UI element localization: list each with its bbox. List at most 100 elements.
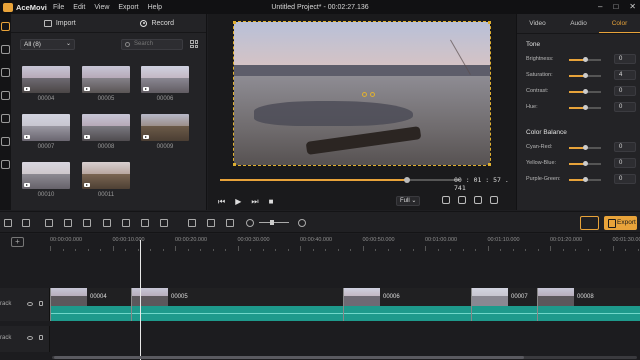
property-slider[interactable]: [569, 177, 601, 182]
previous-frame-icon[interactable]: ⏮: [218, 197, 225, 207]
property-slider[interactable]: [569, 105, 601, 110]
close-button[interactable]: ✕: [629, 2, 636, 11]
tab-color[interactable]: Color: [599, 14, 640, 33]
play-icon[interactable]: ▶: [235, 197, 241, 207]
split-icon[interactable]: [64, 219, 72, 227]
media-filter-select[interactable]: All (8) ⌄: [20, 39, 75, 50]
quality-select[interactable]: Full ⌄: [396, 196, 420, 206]
redo-icon[interactable]: [22, 219, 30, 227]
crop-icon[interactable]: [141, 219, 149, 227]
slider-knob[interactable]: [582, 57, 588, 62]
fullscreen-icon[interactable]: [474, 196, 482, 204]
import-tab[interactable]: Import: [11, 14, 109, 32]
media-search-input[interactable]: Search: [121, 39, 183, 50]
slider-knob[interactable]: [582, 161, 588, 166]
media-clip[interactable]: 00008: [82, 114, 130, 150]
media-clip[interactable]: 00007: [22, 114, 70, 150]
settings-sliders-icon[interactable]: [580, 216, 599, 230]
rotate-handle-icon[interactable]: [370, 92, 375, 97]
property-value-input[interactable]: 4: [614, 70, 636, 80]
timeline-clip[interactable]: 00006: [343, 288, 471, 321]
keyframe-icon[interactable]: [122, 219, 130, 227]
property-slider[interactable]: [569, 161, 601, 166]
microphone-icon[interactable]: [188, 219, 196, 227]
tab-video[interactable]: Video: [517, 14, 558, 33]
menu-view[interactable]: View: [94, 4, 109, 11]
timeline-clip[interactable]: 00005: [131, 288, 343, 321]
property-slider[interactable]: [569, 89, 601, 94]
property-slider[interactable]: [569, 73, 601, 78]
anchor-point-icon[interactable]: [362, 92, 367, 97]
lock-icon[interactable]: [39, 335, 43, 340]
timeline-clip[interactable]: 00004: [50, 288, 131, 321]
media-clip[interactable]: 00005: [82, 66, 130, 102]
duration-icon[interactable]: [160, 219, 168, 227]
layers-icon[interactable]: [1, 45, 10, 54]
add-track-button[interactable]: +: [11, 237, 24, 247]
media-clip[interactable]: 00011: [82, 162, 130, 198]
zoom-out-icon[interactable]: [246, 219, 254, 227]
text-icon[interactable]: [1, 91, 10, 100]
property-value-input[interactable]: 0: [614, 102, 636, 112]
export-button[interactable]: Export: [604, 216, 637, 230]
delete-icon[interactable]: [45, 219, 53, 227]
stop-icon[interactable]: ■: [269, 197, 274, 207]
marker-icon[interactable]: [207, 219, 215, 227]
effects-icon[interactable]: [1, 114, 10, 123]
slider-knob[interactable]: [582, 89, 588, 94]
preview-frame[interactable]: [233, 21, 491, 166]
fit-icon[interactable]: [226, 219, 234, 227]
aspect-ratio-icon[interactable]: [490, 196, 498, 204]
slider-knob[interactable]: [583, 73, 589, 78]
preview-scrubber[interactable]: [220, 177, 460, 183]
maximize-button[interactable]: □: [613, 2, 618, 11]
resize-handle[interactable]: [234, 163, 236, 165]
tab-audio[interactable]: Audio: [558, 14, 599, 33]
media-clip[interactable]: 00010: [22, 162, 70, 198]
timeline-clip[interactable]: 00007: [471, 288, 537, 321]
resize-handle[interactable]: [488, 22, 490, 24]
scrollbar-thumb[interactable]: [54, 356, 524, 359]
property-value-input[interactable]: 0: [614, 174, 636, 184]
property-slider[interactable]: [569, 57, 601, 62]
timeline-scrollbar[interactable]: [52, 356, 637, 359]
timeline-clip[interactable]: 00008: [537, 288, 640, 321]
menu-export[interactable]: Export: [118, 4, 138, 11]
playhead[interactable]: [140, 240, 141, 360]
snapshot-icon[interactable]: [442, 196, 450, 204]
media-clip[interactable]: 00006: [141, 66, 189, 102]
speed-icon[interactable]: [83, 219, 91, 227]
media-library-icon[interactable]: [1, 22, 10, 31]
property-value-input[interactable]: 0: [614, 158, 636, 168]
scrubber-knob[interactable]: [404, 177, 411, 183]
undo-icon[interactable]: [4, 219, 12, 227]
lock-icon[interactable]: [39, 301, 43, 306]
transitions-icon[interactable]: [1, 137, 10, 146]
menu-help[interactable]: Help: [148, 4, 162, 11]
grid-view-icon[interactable]: [190, 40, 198, 48]
timeline-ruler[interactable]: 00:00:00.000 00:00:10.000 00:00:20.000 00:0…: [50, 234, 640, 252]
menu-file[interactable]: File: [53, 4, 64, 11]
resize-handle[interactable]: [488, 163, 490, 165]
resize-handle[interactable]: [234, 22, 236, 24]
volume-icon[interactable]: [458, 196, 466, 204]
zoom-in-icon[interactable]: [298, 219, 306, 227]
slider-knob[interactable]: [582, 145, 588, 150]
audio-icon[interactable]: [1, 68, 10, 77]
property-value-input[interactable]: 0: [614, 54, 636, 64]
minimize-button[interactable]: –: [598, 2, 602, 11]
eye-icon[interactable]: [27, 302, 33, 306]
stickers-icon[interactable]: [1, 160, 10, 169]
slider-knob[interactable]: [582, 105, 588, 110]
record-tab[interactable]: Record: [109, 14, 207, 32]
zoom-slider[interactable]: [259, 222, 289, 223]
zoom-slider-knob[interactable]: [270, 220, 274, 225]
property-value-input[interactable]: 0: [614, 142, 636, 152]
property-slider[interactable]: [569, 145, 601, 150]
media-clip[interactable]: 00009: [141, 114, 189, 150]
next-frame-icon[interactable]: ⏭: [251, 197, 258, 207]
media-clip[interactable]: 00004: [22, 66, 70, 102]
menu-edit[interactable]: Edit: [73, 4, 85, 11]
freeze-icon[interactable]: [103, 219, 111, 227]
eye-icon[interactable]: [27, 336, 33, 340]
